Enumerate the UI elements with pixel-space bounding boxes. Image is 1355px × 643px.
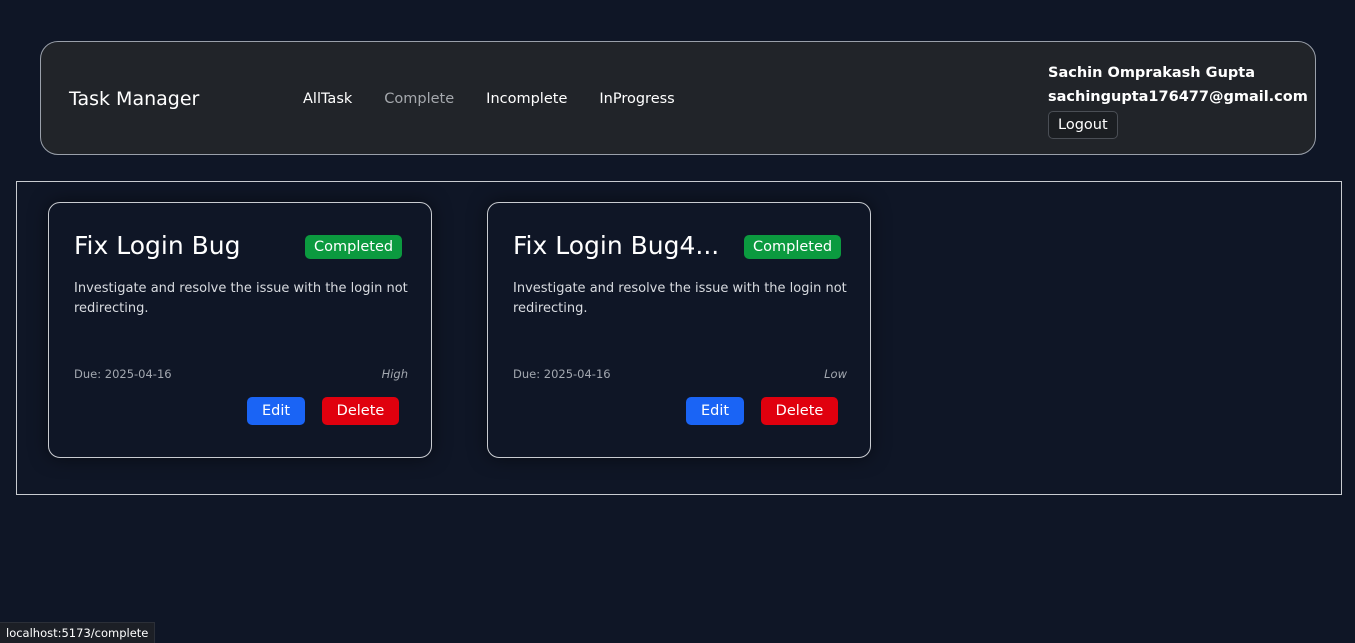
nav-link-alltask[interactable]: AllTask [303,91,352,107]
browser-status-url: localhost:5173/complete [0,622,156,643]
nav-link-incomplete[interactable]: Incomplete [486,91,567,107]
nav-link-complete[interactable]: Complete [384,91,454,107]
task-title: Fix Login Bug4... [513,231,720,260]
logout-button[interactable]: Logout [1048,111,1118,139]
task-card: Fix Login Bug4... Completed Investigate … [487,202,871,458]
task-description: Investigate and resolve the issue with t… [74,281,408,316]
nav-links: AllTask Complete Incomplete InProgress [303,91,707,107]
delete-button[interactable]: Delete [761,397,838,425]
task-priority: Low [824,367,847,381]
status-badge: Completed [744,235,842,259]
user-block: Sachin Omprakash Gupta sachingupta176477… [1048,61,1308,139]
delete-button[interactable]: Delete [322,397,399,425]
navbar: Task Manager AllTask Complete Incomplete… [40,41,1316,155]
task-description: Investigate and resolve the issue with t… [513,281,847,316]
task-priority: High [381,367,408,381]
user-email: sachingupta176477@gmail.com [1048,89,1308,105]
edit-button[interactable]: Edit [686,397,744,425]
task-due-date: Due: 2025-04-16 [513,367,611,381]
task-title: Fix Login Bug [74,231,241,260]
task-due-date: Due: 2025-04-16 [74,367,172,381]
task-list-container: Fix Login Bug Completed Investigate and … [16,181,1342,495]
status-badge: Completed [305,235,403,259]
edit-button[interactable]: Edit [247,397,305,425]
nav-link-inprogress[interactable]: InProgress [599,91,674,107]
task-card: Fix Login Bug Completed Investigate and … [48,202,432,458]
brand-title[interactable]: Task Manager [69,88,199,110]
user-name: Sachin Omprakash Gupta [1048,65,1255,81]
